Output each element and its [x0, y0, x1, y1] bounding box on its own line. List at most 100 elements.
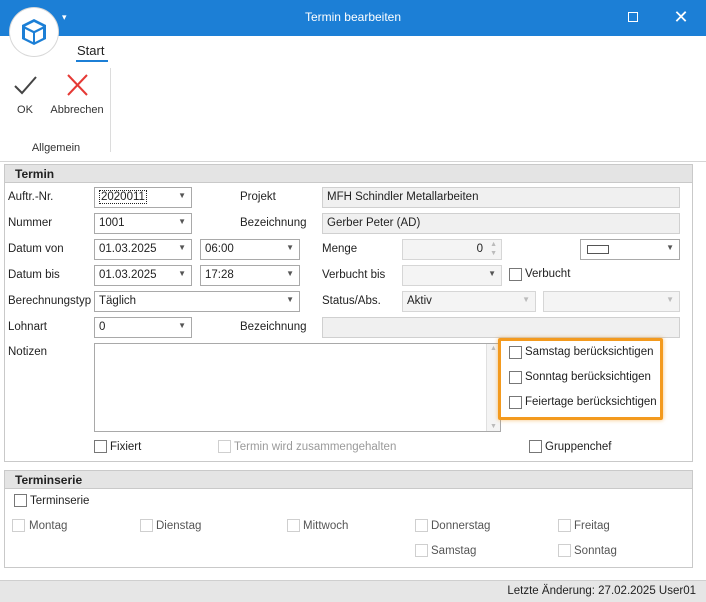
berechnungstyp-select[interactable]: Täglich ▼	[94, 291, 300, 312]
fixiert-checkbox[interactable]	[94, 440, 107, 453]
terminserie-checkbox[interactable]	[14, 494, 27, 507]
mittwoch-label: Mittwoch	[303, 520, 349, 532]
dienstag-label: Dienstag	[156, 520, 202, 532]
color-swatch	[587, 245, 609, 254]
zeit-von-picker[interactable]: 06:00 ▼	[200, 239, 300, 260]
tab-start[interactable]: Start	[77, 43, 104, 58]
sonntag-serie-label: Sonntag	[574, 545, 617, 557]
status-value: Aktiv	[407, 295, 432, 307]
abs-select[interactable]: ▼	[543, 291, 680, 312]
spinner-arrows-icon[interactable]: ▲ ▼	[490, 240, 497, 258]
chevron-down-icon: ▼	[178, 217, 186, 226]
chevron-down-icon: ▼	[488, 269, 496, 278]
projekt-field[interactable]: MFH Schindler Metallarbeiten	[322, 187, 680, 208]
cancel-label: Abbrechen	[50, 104, 104, 116]
window-title: Termin bearbeiten	[304, 10, 402, 24]
datum-bis-picker[interactable]: 01.03.2025 ▼	[94, 265, 192, 286]
nummer-label: Nummer	[8, 217, 53, 229]
zeit-bis-value: 17:28	[205, 269, 234, 281]
berechnungstyp-label: Berechnungstyp	[8, 295, 92, 307]
verbucht-label: Verbucht	[525, 268, 571, 280]
cancel-button[interactable]: Abbrechen	[48, 72, 106, 122]
berechnungstyp-value: Täglich	[99, 295, 137, 307]
chevron-down-icon: ▼	[666, 243, 674, 252]
chevron-down-icon: ▼	[286, 295, 294, 304]
menge-spinner[interactable]: 0 ▲ ▼	[402, 239, 502, 260]
nummer-select[interactable]: 1001 ▼	[94, 213, 192, 234]
termin-panel-header: Termin	[5, 165, 692, 183]
zeit-von-value: 06:00	[205, 243, 234, 255]
lohnart-select[interactable]: 0 ▼	[94, 317, 192, 338]
terminserie-panel-header: Terminserie	[5, 471, 692, 489]
samstag-serie-label: Samstag	[431, 545, 477, 557]
bezeichnung-field[interactable]: Gerber Peter (AD)	[322, 213, 680, 234]
auftr-label: Auftr.-Nr.	[8, 191, 54, 203]
tab-start-underline	[76, 60, 108, 62]
gruppenchef-label: Gruppenchef	[545, 441, 612, 453]
datum-bis-value: 01.03.2025	[99, 269, 157, 281]
sonntag-serie-checkbox[interactable]	[558, 544, 571, 557]
chevron-down-icon: ▼	[178, 321, 186, 330]
scroll-down-icon[interactable]: ▼	[490, 423, 497, 430]
auftr-value: 2020011	[99, 190, 147, 204]
notizen-label: Notizen	[8, 346, 47, 358]
lohnart-label: Lohnart	[8, 321, 48, 333]
datum-von-label: Datum von	[8, 243, 64, 255]
datum-von-picker[interactable]: 01.03.2025 ▼	[94, 239, 192, 260]
bezeichnung-label: Bezeichnung	[240, 217, 307, 229]
zeit-bis-picker[interactable]: 17:28 ▼	[200, 265, 300, 286]
donnerstag-checkbox[interactable]	[415, 519, 428, 532]
mittwoch-checkbox[interactable]	[287, 519, 300, 532]
cube-icon	[22, 19, 46, 45]
projekt-label: Projekt	[240, 191, 276, 203]
status-bar: Letzte Änderung: 27.02.2025 User01	[0, 580, 706, 602]
samstag-serie-checkbox[interactable]	[415, 544, 428, 557]
fixiert-label: Fixiert	[110, 441, 142, 453]
donnerstag-label: Donnerstag	[431, 520, 491, 532]
bezeichnung2-field[interactable]	[322, 317, 680, 338]
datum-bis-label: Datum bis	[8, 269, 60, 281]
montag-label: Montag	[29, 520, 68, 532]
ok-label: OK	[17, 104, 33, 116]
checkmark-icon	[14, 76, 37, 95]
notizen-textarea[interactable]: ▲ ▼	[94, 343, 501, 432]
verbucht-bis-select[interactable]: ▼	[402, 265, 502, 286]
freitag-label: Freitag	[574, 520, 610, 532]
app-logo[interactable]	[10, 8, 58, 56]
ribbon-group-separator	[110, 68, 111, 152]
chevron-down-icon: ▼	[286, 269, 294, 278]
ok-button[interactable]: OK	[6, 72, 44, 122]
chevron-down-icon: ▼	[522, 295, 530, 304]
verbucht-bis-label: Verbucht bis	[322, 269, 386, 281]
x-icon	[67, 74, 88, 96]
verbucht-checkbox[interactable]	[509, 268, 522, 281]
menge-value: 0	[476, 243, 483, 255]
gruppenchef-checkbox[interactable]	[529, 440, 542, 453]
status-select[interactable]: Aktiv ▼	[402, 291, 536, 312]
terminserie-label: Terminserie	[30, 495, 90, 507]
dienstag-checkbox[interactable]	[140, 519, 153, 532]
zusammen-checkbox[interactable]	[218, 440, 231, 453]
chevron-down-icon: ▼	[286, 243, 294, 252]
montag-checkbox[interactable]	[12, 519, 25, 532]
maximize-icon	[628, 12, 638, 22]
chevron-down-icon: ▼	[178, 269, 186, 278]
lohnart-value: 0	[99, 321, 106, 333]
chevron-down-icon: ▼	[666, 295, 674, 304]
chevron-down-icon: ▼	[178, 243, 186, 252]
freitag-checkbox[interactable]	[558, 519, 571, 532]
scroll-up-icon[interactable]: ▲	[490, 345, 497, 352]
color-picker[interactable]: ▼	[580, 239, 680, 260]
auftr-select[interactable]: 2020011 ▼	[94, 187, 192, 208]
zusammen-label: Termin wird zusammengehalten	[234, 441, 397, 453]
maximize-button[interactable]	[621, 5, 645, 29]
status-label: Status/Abs.	[322, 295, 381, 307]
chevron-down-icon: ▼	[178, 191, 186, 200]
nummer-value: 1001	[99, 217, 125, 229]
ribbon-group-label: Allgemein	[31, 142, 81, 154]
highlight-box	[498, 338, 663, 420]
close-button[interactable]: ✕	[669, 5, 693, 29]
bezeichnung2-label: Bezeichnung	[240, 321, 307, 333]
datum-von-value: 01.03.2025	[99, 243, 157, 255]
last-change-text: Letzte Änderung: 27.02.2025 User01	[507, 585, 696, 597]
